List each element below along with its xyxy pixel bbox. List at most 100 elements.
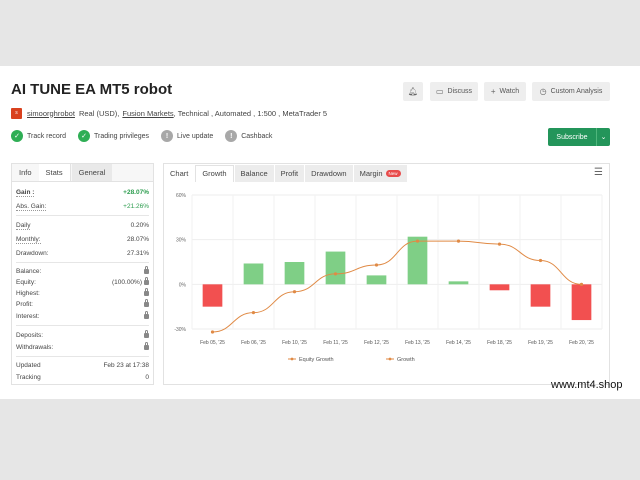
bell-icon: 🔔︎	[407, 87, 419, 96]
growth-bar	[448, 281, 469, 285]
chevron-down-icon[interactable]: ⌄	[596, 128, 610, 146]
divider	[16, 215, 149, 216]
watermark: www.mt4.shop	[551, 379, 623, 391]
divider	[16, 356, 149, 357]
tab-growth[interactable]: Growth	[195, 164, 234, 182]
chat-icon: ▭	[435, 87, 444, 96]
legend-marker	[388, 357, 392, 361]
watch-button[interactable]: + Watch	[484, 82, 526, 101]
badge-label: Trading privileges	[94, 132, 150, 140]
growth-bar	[325, 251, 346, 285]
stat-withdrawals: Withdrawals:	[16, 342, 149, 353]
plus-icon: +	[490, 87, 496, 96]
legend-label: Equity Growth	[299, 357, 334, 363]
badge-label: Cashback	[241, 132, 273, 140]
lock-icon	[144, 277, 149, 285]
growth-bar	[366, 275, 387, 285]
info-icon: !	[225, 130, 238, 142]
info-icon: !	[161, 130, 174, 142]
legend-label: Growth	[397, 357, 415, 363]
divider	[16, 262, 149, 263]
tab-stats[interactable]: Stats	[38, 164, 71, 181]
y-tick-label: 30%	[176, 238, 187, 244]
y-tick-label: 0%	[179, 282, 187, 288]
equity-growth-point	[497, 242, 502, 246]
badge-trading-privileges: ✓ Trading privileges	[78, 130, 149, 142]
equity-growth-point	[456, 239, 461, 243]
clock-icon: ◷	[539, 87, 547, 96]
stat-profit: Profit:	[16, 299, 149, 310]
divider	[16, 325, 149, 326]
stat-abs-gain: Abs. Gain: +21.26%	[16, 202, 149, 211]
stat-interest: Interest:	[16, 311, 149, 322]
x-tick-label: Feb 12, '25	[364, 340, 389, 346]
x-tick-label: Feb 05, '25	[200, 340, 225, 346]
signal-details: , Technical , Automated , 1:500 , MetaTr…	[173, 108, 328, 118]
stat-equity: Equity: (100.00%)	[16, 277, 149, 288]
lock-icon	[144, 266, 149, 274]
stat-updated: Updated Feb 23 at 17:38	[16, 362, 149, 369]
stats-panel: Info Stats General Gain : +28.07% Abs. G…	[11, 163, 154, 385]
signal-meta: s simoorghrobot Real (USD), Fusion Marke…	[11, 107, 327, 119]
sliders-icon[interactable]: ☰	[594, 167, 603, 178]
x-tick-label: Feb 06, '25	[241, 340, 266, 346]
stat-gain: Gain : +28.07%	[16, 188, 149, 197]
badge-live-update: ! Live update	[161, 130, 213, 142]
page-title: AI TUNE EA MT5 robot	[11, 81, 173, 98]
equity-growth-point	[374, 263, 379, 267]
check-icon: ✓	[11, 130, 23, 142]
growth-bar	[530, 284, 551, 307]
stat-drawdown: Drawdown: 27.31%	[16, 250, 149, 257]
growth-bar	[489, 284, 510, 291]
badge-track-record: ✓ Track record	[11, 130, 66, 142]
discuss-button[interactable]: ▭ Discuss	[430, 82, 478, 101]
tab-drawdown[interactable]: Drawdown	[305, 164, 353, 182]
stat-deposits: Deposits:	[16, 330, 149, 341]
custom-analysis-button[interactable]: ◷ Custom Analysis	[532, 82, 610, 101]
equity-growth-point	[251, 311, 256, 315]
equity-growth-point	[292, 290, 297, 294]
stat-balance: Balance:	[16, 266, 149, 277]
x-tick-label: Feb 14, '25	[446, 340, 471, 346]
notify-button[interactable]: 🔔︎	[403, 82, 423, 101]
x-tick-label: Feb 18, '25	[487, 340, 512, 346]
custom-analysis-label: Custom Analysis	[550, 88, 603, 95]
equity-growth-point	[538, 258, 543, 263]
tab-profit[interactable]: Profit	[274, 164, 305, 182]
lock-icon	[144, 299, 149, 307]
badge-label: Track record	[27, 132, 67, 140]
badge-label: Live update	[177, 132, 214, 140]
subscribe-button[interactable]: Subscribe ⌄	[548, 128, 610, 146]
x-tick-label: Feb 19, '25	[528, 340, 553, 346]
tab-chart[interactable]: Chart	[164, 164, 195, 182]
equity-growth-point	[333, 272, 338, 276]
y-tick-label: 60%	[176, 193, 187, 199]
author-link[interactable]: simoorghrobot	[27, 109, 75, 118]
growth-chart: -30% 0% 30% 60% Feb 05, '25 Feb 06, '25 Feb 10…	[174, 193, 603, 363]
growth-bar	[202, 284, 223, 307]
discuss-label: Discuss	[447, 88, 473, 95]
watch-label: Watch	[499, 88, 520, 95]
tab-margin[interactable]: Margin New	[353, 164, 407, 182]
tab-info[interactable]: Info	[12, 164, 39, 181]
growth-bar	[571, 284, 592, 321]
equity-growth-point	[210, 330, 215, 334]
page: AI TUNE EA MT5 robot 🔔︎ ▭ Discuss + Watc…	[0, 66, 640, 399]
lock-icon	[144, 311, 149, 319]
tab-margin-label: Margin	[359, 168, 383, 178]
tab-balance[interactable]: Balance	[234, 164, 274, 182]
growth-bar	[284, 262, 305, 285]
stat-daily: Daily 0.20%	[16, 221, 149, 230]
tab-general[interactable]: General	[71, 164, 113, 181]
account-type: Real (USD),	[78, 108, 120, 118]
growth-bar	[243, 263, 264, 285]
lock-icon	[144, 342, 149, 350]
legend-marker	[290, 357, 294, 361]
lock-icon	[144, 330, 149, 338]
new-badge: New	[385, 169, 401, 177]
author-logo: s	[11, 107, 22, 119]
badge-cashback: ! Cashback	[225, 130, 272, 142]
equity-growth-point	[415, 239, 420, 243]
x-tick-label: Feb 20, '25	[569, 340, 594, 346]
broker-link[interactable]: Fusion Markets	[122, 109, 173, 118]
